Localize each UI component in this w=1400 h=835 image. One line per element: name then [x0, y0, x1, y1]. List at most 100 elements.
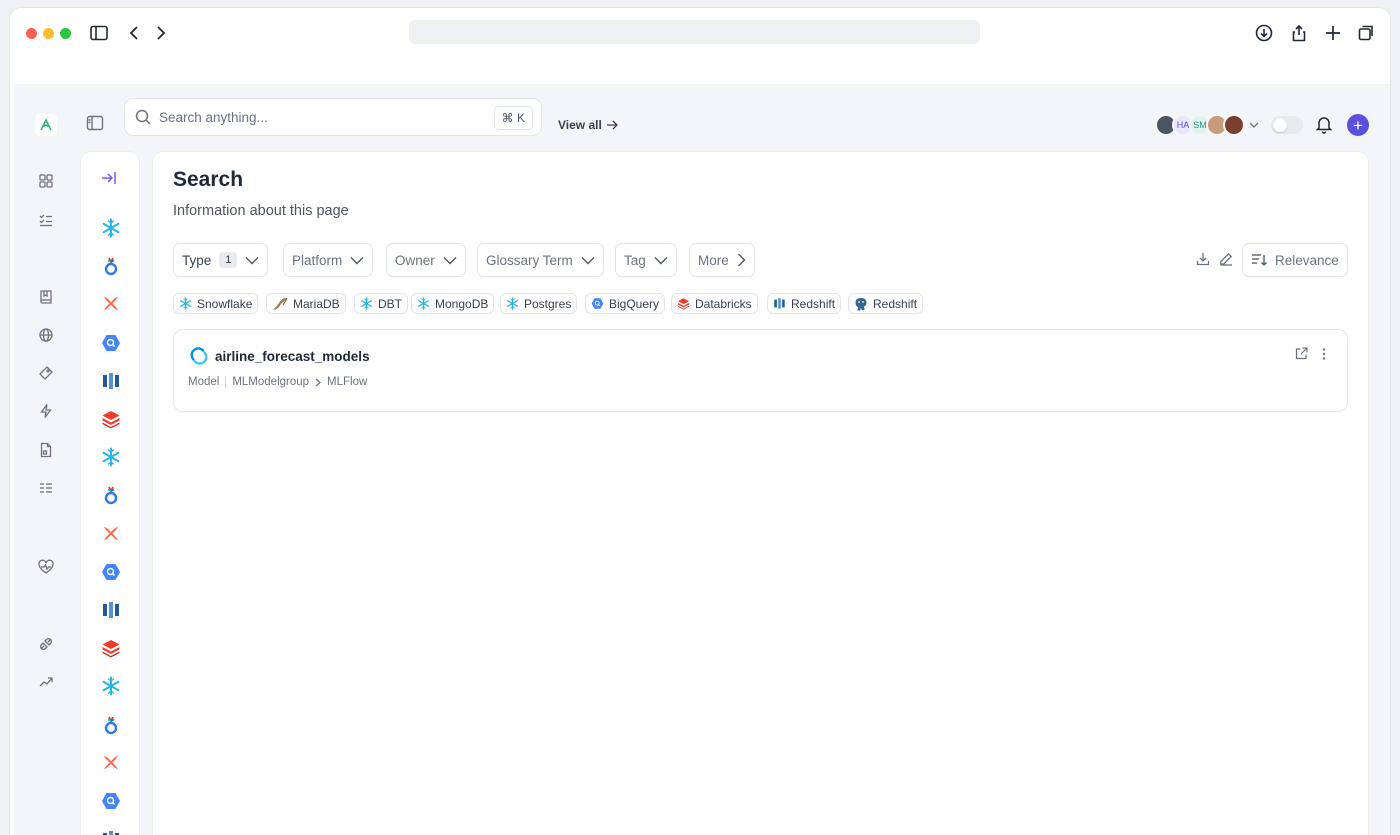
snowflake-icon[interactable] — [100, 217, 122, 239]
avatar — [1223, 114, 1245, 136]
sidebar-toggle-icon[interactable] — [88, 22, 110, 44]
sort-label: Relevance — [1275, 252, 1339, 268]
bell-icon[interactable] — [1314, 114, 1336, 136]
filter-type[interactable]: Type 1 — [173, 243, 269, 277]
search-icon — [135, 109, 151, 125]
view-all-label: View all — [558, 118, 602, 132]
collaborator-avatars[interactable]: HA SM — [1155, 114, 1259, 136]
redshift-icon[interactable] — [100, 828, 122, 835]
filter-owner[interactable]: Owner — [386, 243, 466, 277]
filter-platform-label: Platform — [292, 252, 343, 268]
page-subtitle: Information about this page — [173, 203, 349, 219]
arrow-right-icon — [606, 120, 618, 130]
app-logo-icon[interactable] — [35, 114, 57, 136]
chevron-down-icon — [350, 256, 364, 264]
dashboard-icon[interactable] — [36, 171, 56, 191]
redshift-icon[interactable] — [100, 599, 122, 621]
platform-chip[interactable]: Databricks — [671, 293, 758, 314]
databricks-icon — [677, 297, 690, 310]
filter-more[interactable]: More — [689, 243, 755, 277]
health-icon[interactable] — [36, 557, 56, 577]
minimize-window-button[interactable] — [43, 28, 54, 39]
databricks-icon[interactable] — [100, 637, 122, 659]
theme-toggle[interactable] — [1271, 116, 1303, 134]
filter-tag-label: Tag — [624, 252, 646, 268]
platform-chip[interactable]: Redshift — [848, 293, 924, 314]
snowflake-icon — [506, 297, 519, 310]
nav-rail — [14, 84, 80, 835]
snowflake-icon[interactable] — [100, 675, 122, 697]
forward-icon[interactable] — [150, 22, 172, 44]
chevron-down-icon — [1249, 122, 1259, 128]
dbt-icon[interactable] — [100, 752, 122, 774]
airflow-icon[interactable] — [100, 255, 122, 277]
databricks-icon[interactable] — [100, 408, 122, 430]
global-search[interactable]: ⌘ K — [124, 98, 542, 136]
document-icon[interactable] — [36, 440, 56, 460]
list-icon[interactable] — [36, 478, 56, 498]
filter-glossary-term[interactable]: Glossary Term — [477, 243, 604, 277]
book-icon[interactable] — [36, 287, 56, 307]
platform-chip-label: MariaDB — [293, 296, 340, 311]
platform-chip[interactable]: Snowflake — [173, 293, 259, 314]
platform-strip — [81, 152, 139, 835]
platform-chip[interactable]: DBT — [354, 293, 408, 314]
search-input[interactable] — [159, 109, 479, 125]
platform-chip[interactable]: Postgres — [500, 293, 578, 314]
tag-icon[interactable] — [36, 363, 56, 383]
dbt-icon[interactable] — [100, 293, 122, 315]
filter-tag[interactable]: Tag — [615, 243, 677, 277]
platform-chip[interactable]: Redshift — [767, 293, 842, 314]
download-results-icon[interactable] — [1196, 252, 1212, 268]
more-options-icon[interactable] — [1317, 347, 1331, 361]
platform-chip[interactable]: BigQuery — [585, 293, 666, 314]
share-icon[interactable] — [1288, 22, 1310, 44]
airflow-icon[interactable] — [100, 484, 122, 506]
bigquery-icon[interactable] — [100, 561, 122, 583]
airflow-icon[interactable] — [100, 714, 122, 736]
crumb-platform[interactable]: MLFlow — [327, 376, 367, 388]
download-icon[interactable] — [1253, 22, 1275, 44]
close-window-button[interactable] — [26, 28, 37, 39]
filter-glossary-label: Glossary Term — [486, 252, 573, 268]
collapse-strip-icon[interactable] — [100, 170, 120, 190]
platform-chip[interactable]: MariaDB — [266, 293, 346, 314]
filter-more-label: More — [698, 252, 729, 268]
platform-chip-label: Redshift — [791, 296, 836, 311]
address-bar[interactable] — [409, 20, 980, 44]
edit-icon[interactable] — [1219, 252, 1235, 268]
panel-toggle-icon[interactable] — [86, 115, 106, 135]
open-external-icon[interactable] — [1295, 347, 1309, 361]
shortcut-hint: ⌘ K — [493, 106, 533, 130]
redshift-icon — [773, 297, 786, 310]
bigquery-icon[interactable] — [100, 332, 122, 354]
lightning-icon[interactable] — [36, 401, 56, 421]
search-result-card[interactable]: airline_forecast_models Model MLModelgro… — [173, 329, 1348, 412]
platform-chip-label: Postgres — [524, 296, 572, 311]
platform-chip-label: Databricks — [695, 296, 752, 311]
create-button[interactable]: + — [1347, 114, 1369, 136]
redshift-icon[interactable] — [100, 370, 122, 392]
chevron-down-icon — [581, 256, 595, 264]
maximize-window-button[interactable] — [60, 28, 71, 39]
trend-up-icon[interactable] — [36, 672, 56, 692]
bigquery-icon[interactable] — [100, 790, 122, 812]
snowflake-icon[interactable] — [100, 446, 122, 468]
view-all-link[interactable]: View all — [558, 118, 618, 132]
filter-platform[interactable]: Platform — [283, 243, 374, 277]
dbt-icon[interactable] — [100, 523, 122, 545]
checklist-icon[interactable] — [36, 210, 56, 230]
mariadb-icon — [272, 297, 288, 311]
new-tab-icon[interactable] — [1322, 22, 1344, 44]
plug-icon[interactable] — [36, 634, 56, 654]
bigquery-icon — [591, 297, 604, 310]
tabs-overview-icon[interactable] — [1355, 22, 1377, 44]
crumb-group[interactable]: MLModelgroup — [232, 376, 309, 388]
platform-chip-label: BigQuery — [609, 296, 660, 311]
back-icon[interactable] — [123, 22, 145, 44]
chevron-down-icon — [443, 256, 457, 264]
globe-icon[interactable] — [36, 325, 56, 345]
result-title[interactable]: airline_forecast_models — [190, 347, 370, 365]
platform-chip[interactable]: MongoDB — [411, 293, 495, 314]
sort-dropdown[interactable]: Relevance — [1242, 243, 1348, 277]
